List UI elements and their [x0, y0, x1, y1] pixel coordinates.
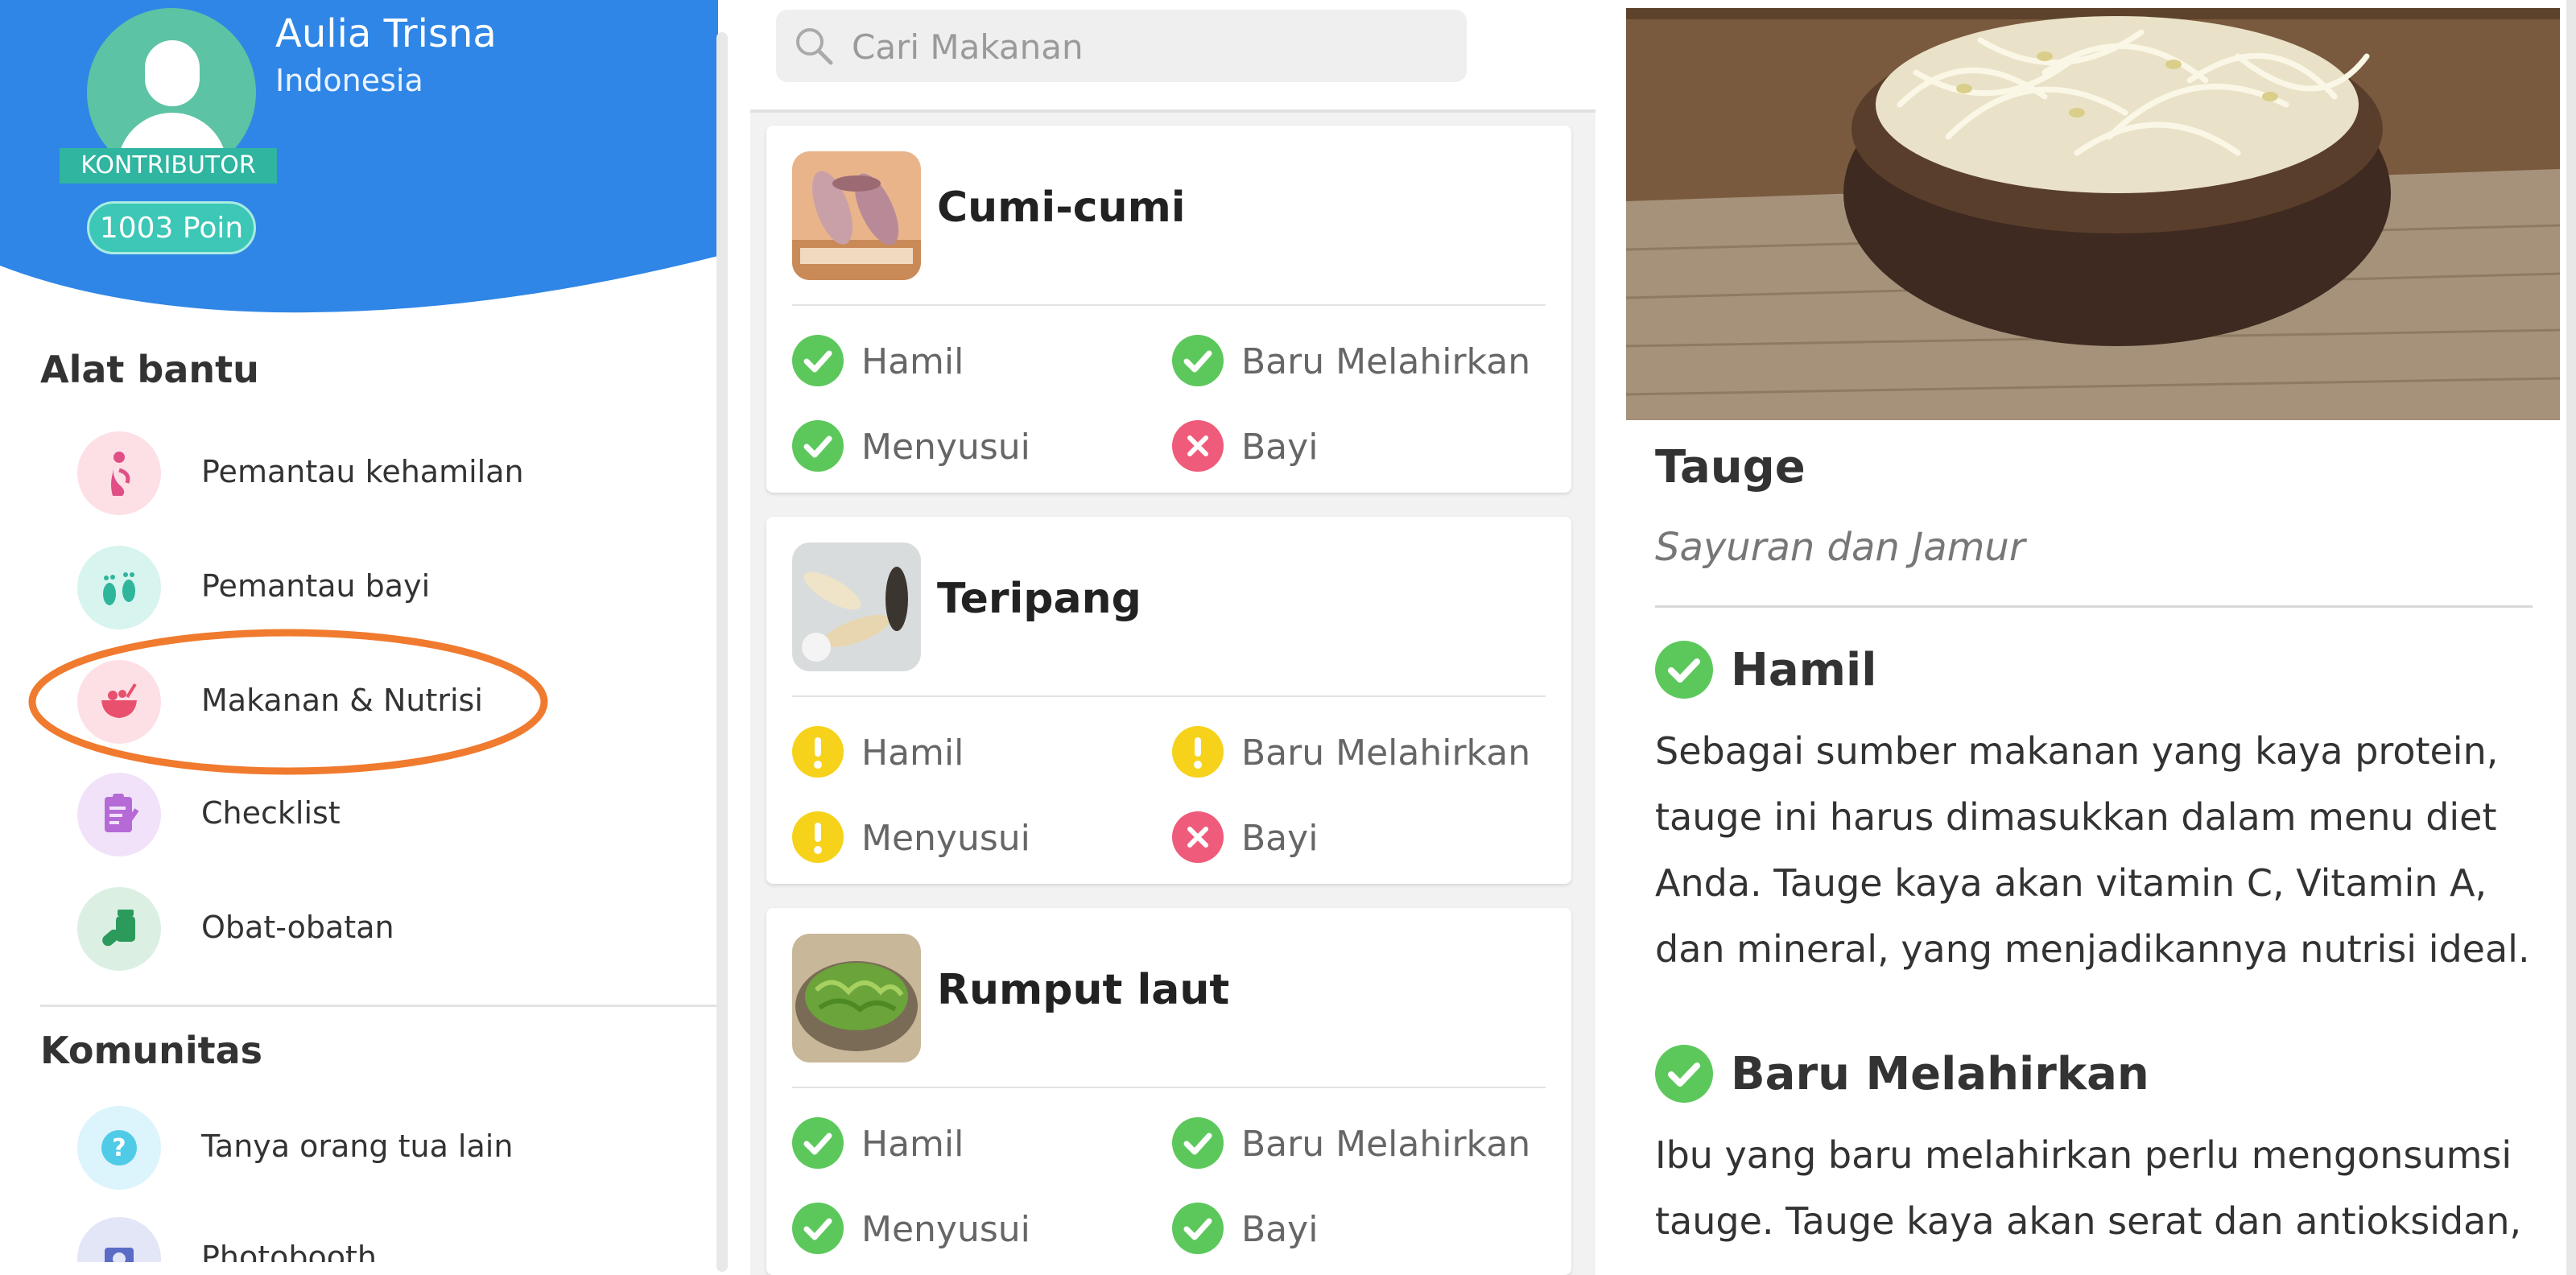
status-menyusui: Menyusui: [792, 1203, 1130, 1256]
bean-sprouts-photo: [1626, 8, 2560, 420]
menu-label: Tanya orang tua lain: [201, 1129, 514, 1164]
food-list-screen: Cumi-cumi Hamil Baru Melahirkan Menyusui…: [750, 0, 1596, 1275]
status-menyusui: Menyusui: [792, 420, 1130, 473]
status-label: Hamil: [861, 341, 964, 382]
status-label: Menyusui: [861, 427, 1030, 468]
warning-icon: [792, 726, 844, 778]
menu-item-medicine[interactable]: Obat-obatan: [77, 887, 657, 972]
search-bar: [750, 0, 1596, 113]
status-bayi: Bayi: [1172, 811, 1510, 864]
status-label: Menyusui: [861, 1209, 1030, 1250]
status-bayi: Bayi: [1172, 1203, 1510, 1256]
drawer-scrollbar[interactable]: [716, 32, 728, 1272]
check-icon: [1655, 641, 1713, 699]
pregnancy-icon: [77, 431, 161, 515]
food-detail-screen: Tauge Sayuran dan Jamur Hamil Sebagai su…: [1610, 0, 2576, 1275]
check-icon: [1172, 1117, 1224, 1169]
section-heading-text: Hamil: [1731, 644, 1877, 696]
status-label: Menyusui: [861, 818, 1030, 859]
medicine-icon: [77, 887, 161, 971]
search-input[interactable]: [850, 10, 1449, 84]
cross-icon: [1172, 811, 1224, 863]
food-card-rumput-laut[interactable]: Rumput laut Hamil Baru Melahirkan Menyus…: [766, 908, 1571, 1275]
drawer-bottom-fade: [0, 1262, 733, 1275]
search-box[interactable]: [776, 10, 1467, 84]
status-label: Bayi: [1241, 427, 1319, 468]
status-baru-melahirkan: Baru Melahirkan: [1172, 726, 1530, 779]
baby-feet-icon: [77, 546, 161, 629]
tools-section-title: Alat bantu: [40, 348, 259, 391]
status-label: Baru Melahirkan: [1241, 1124, 1531, 1165]
status-label: Baru Melahirkan: [1241, 341, 1531, 382]
food-card-teripang[interactable]: Teripang Hamil Baru Melahirkan Menyusui …: [766, 517, 1571, 884]
warning-icon: [792, 811, 844, 863]
highlight-ring: [28, 629, 548, 775]
search-icon: [796, 28, 833, 65]
detail-scrollbar[interactable]: [2566, 0, 2576, 1275]
card-divider: [792, 695, 1546, 697]
user-name: Aulia Trisna: [275, 11, 497, 56]
cross-icon: [1172, 420, 1224, 472]
menu-label: Pemantau kehamilan: [201, 454, 524, 489]
check-icon: [1172, 335, 1224, 386]
status-hamil: Hamil: [792, 726, 1130, 779]
navigation-drawer: KONTRIBUTOR 1003 Poin Aulia Trisna Indon…: [0, 0, 733, 1275]
status-label: Bayi: [1241, 818, 1319, 859]
svg-text:?: ?: [112, 1134, 126, 1162]
check-icon: [792, 1203, 844, 1254]
check-icon: [1172, 1203, 1224, 1254]
status-menyusui: Menyusui: [792, 811, 1130, 864]
section-text-hamil: Sebagai sumber makanan yang kaya protein…: [1655, 729, 2530, 971]
status-label: Hamil: [861, 732, 964, 774]
section-text-baru-melahirkan: Ibu yang baru melahirkan perlu mengonsum…: [1655, 1133, 2522, 1243]
contributor-badge: KONTRIBUTOR: [60, 148, 277, 184]
card-divider: [792, 304, 1546, 306]
menu-item-pregnancy-tracker[interactable]: Pemantau kehamilan: [77, 431, 657, 517]
menu-item-baby-tracker[interactable]: Pemantau bayi: [77, 546, 657, 631]
check-icon: [792, 335, 844, 386]
menu-label: Checklist: [201, 795, 341, 831]
food-name: Cumi-cumi: [937, 184, 1186, 232]
section-heading-text: Baru Melahirkan: [1731, 1048, 2149, 1100]
food-title: Tauge: [1655, 441, 1806, 493]
menu-item-ask-parents[interactable]: ? Tanya orang tua lain: [77, 1106, 657, 1191]
food-name: Rumput laut: [937, 966, 1230, 1014]
menu-label: Pemantau bayi: [201, 568, 431, 604]
warning-icon: [1172, 726, 1224, 778]
section-divider: [40, 1005, 716, 1007]
check-icon: [1655, 1045, 1713, 1103]
status-label: Bayi: [1241, 1209, 1319, 1250]
menu-item-checklist[interactable]: Checklist: [77, 773, 657, 858]
food-category: Sayuran dan Jamur: [1655, 525, 2025, 570]
seaweed-thumbnail: [792, 934, 921, 1062]
status-label: Baru Melahirkan: [1241, 732, 1531, 774]
check-icon: [792, 1117, 844, 1169]
community-section-title: Komunitas: [40, 1029, 263, 1072]
food-card-cumi-cumi[interactable]: Cumi-cumi Hamil Baru Melahirkan Menyusui…: [766, 126, 1571, 493]
sea-cucumber-thumbnail: [792, 543, 921, 671]
status-hamil: Hamil: [792, 335, 1130, 388]
menu-label: Obat-obatan: [201, 910, 394, 945]
card-divider: [792, 1087, 1546, 1088]
check-icon: [792, 420, 844, 472]
status-baru-melahirkan: Baru Melahirkan: [1172, 1117, 1530, 1170]
squid-thumbnail: [792, 151, 921, 280]
status-bayi: Bayi: [1172, 420, 1510, 473]
question-icon: ?: [77, 1106, 161, 1190]
points-badge[interactable]: 1003 Poin: [87, 201, 256, 254]
status-hamil: Hamil: [792, 1117, 1130, 1170]
checklist-icon: [77, 773, 161, 856]
status-baru-melahirkan: Baru Melahirkan: [1172, 335, 1530, 388]
detail-divider: [1655, 605, 2533, 608]
food-name: Teripang: [937, 575, 1141, 623]
user-country: Indonesia: [275, 63, 423, 98]
status-label: Hamil: [861, 1124, 964, 1165]
